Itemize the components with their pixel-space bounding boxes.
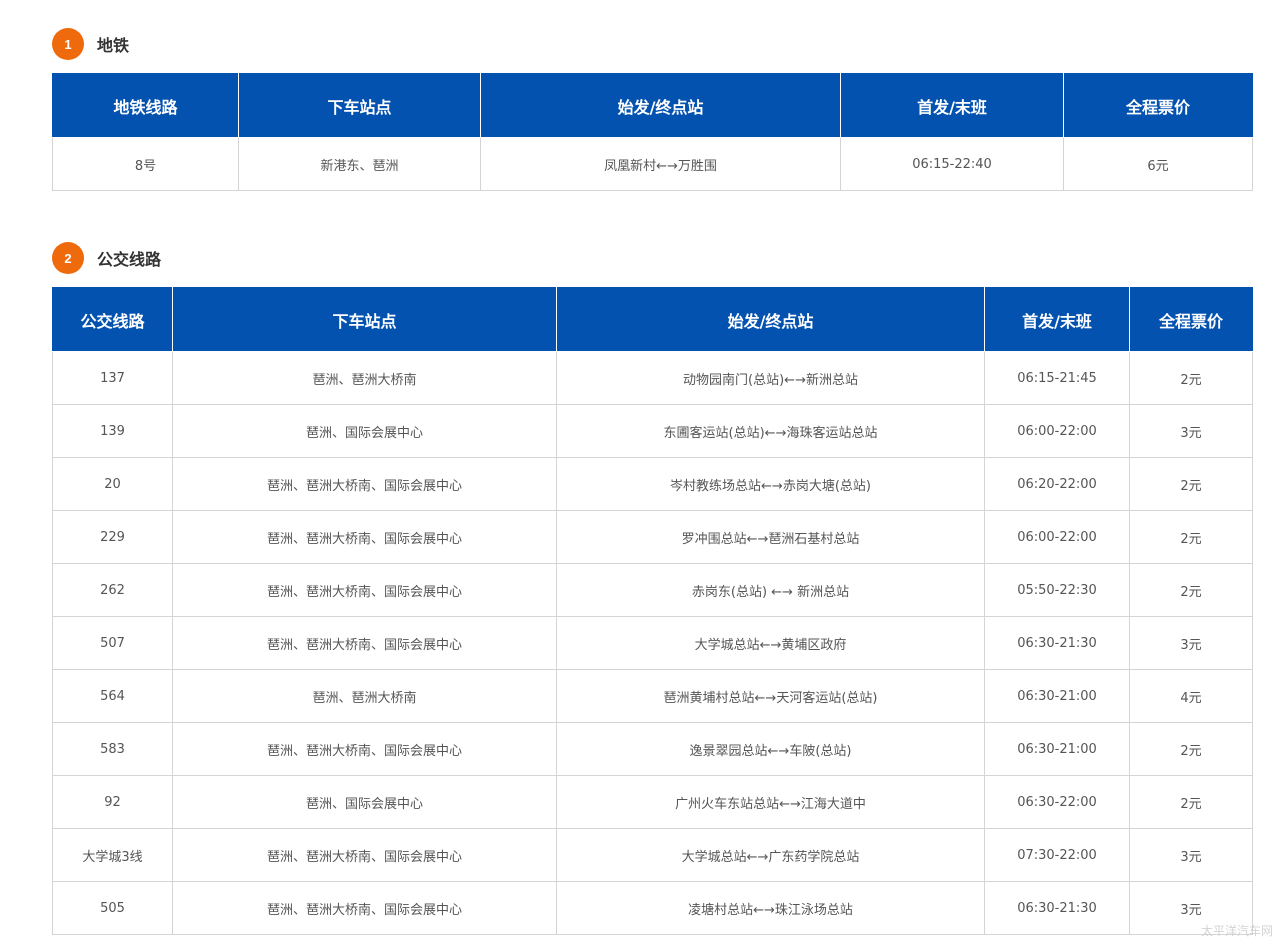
bus-cell-hours: 06:30-21:00 <box>984 669 1130 723</box>
bus-cell-stop: 琶洲、国际会展中心 <box>172 404 557 458</box>
bus-cell-hours: 05:50-22:30 <box>984 563 1130 617</box>
metro-header-terminals: 始发/终点站 <box>480 73 841 138</box>
bus-header-line: 公交线路 <box>52 287 173 352</box>
bus-table-row: 92 琶洲、国际会展中心 广州火车东站总站←→江海大道中 06:30-22:00 2元 <box>52 775 1253 829</box>
bus-cell-stop: 琶洲、琶洲大桥南、国际会展中心 <box>172 616 557 670</box>
bus-cell-fare: 2元 <box>1129 351 1253 405</box>
watermark: 太平洋汽车网 <box>1200 924 1273 938</box>
metro-cell-fare: 6元 <box>1063 137 1253 191</box>
bus-cell-terminals: 赤岗东(总站) ←→ 新洲总站 <box>556 563 985 617</box>
bus-table-row: 583 琶洲、琶洲大桥南、国际会展中心 逸景翠园总站←→车陂(总站) 06:30-21… <box>52 722 1253 776</box>
bus-cell-terminals: 岑村教练场总站←→赤岗大塘(总站) <box>556 457 985 511</box>
bus-cell-fare: 3元 <box>1129 616 1253 670</box>
bus-cell-line: 大学城3线 <box>52 828 173 882</box>
metro-cell-line: 8号 <box>52 137 239 191</box>
bus-cell-line: 139 <box>52 404 173 458</box>
bus-cell-terminals: 大学城总站←→黄埔区政府 <box>556 616 985 670</box>
bus-table-row: 20 琶洲、琶洲大桥南、国际会展中心 岑村教练场总站←→赤岗大塘(总站) 06:20-… <box>52 457 1253 511</box>
bus-cell-hours: 06:00-22:00 <box>984 404 1130 458</box>
bus-header-fare: 全程票价 <box>1129 287 1253 352</box>
bus-cell-terminals: 广州火车东站总站←→江海大道中 <box>556 775 985 829</box>
bus-cell-fare: 3元 <box>1129 828 1253 882</box>
bus-cell-fare: 2元 <box>1129 510 1253 564</box>
bus-cell-hours: 06:20-22:00 <box>984 457 1130 511</box>
metro-header-hours: 首发/末班 <box>840 73 1064 138</box>
bus-cell-stop: 琶洲、琶洲大桥南 <box>172 351 557 405</box>
metro-section-header: 1 地铁 <box>52 27 129 61</box>
bus-cell-hours: 06:30-21:30 <box>984 616 1130 670</box>
bus-cell-line: 583 <box>52 722 173 776</box>
bus-table-row: 137 琶洲、琶洲大桥南 动物园南门(总站)←→新洲总站 06:15-21:45 2元 <box>52 351 1253 405</box>
bus-cell-line: 229 <box>52 510 173 564</box>
bus-cell-terminals: 动物园南门(总站)←→新洲总站 <box>556 351 985 405</box>
bus-cell-hours: 06:15-21:45 <box>984 351 1130 405</box>
bus-cell-fare: 2元 <box>1129 457 1253 511</box>
bus-cell-terminals: 琶洲黄埔村总站←→天河客运站(总站) <box>556 669 985 723</box>
bus-cell-stop: 琶洲、琶洲大桥南 <box>172 669 557 723</box>
metro-cell-stop: 新港东、琶洲 <box>238 137 481 191</box>
bus-cell-stop: 琶洲、琶洲大桥南、国际会展中心 <box>172 881 557 935</box>
bus-header-hours: 首发/末班 <box>984 287 1130 352</box>
metro-table-row: 8号 新港东、琶洲 凤凰新村←→万胜围 06:15-22:40 6元 <box>52 137 1253 191</box>
bus-cell-line: 564 <box>52 669 173 723</box>
metro-table: 地铁线路 下车站点 始发/终点站 首发/末班 全程票价 8号 新港东、琶洲 凤凰新村… <box>52 73 1253 191</box>
bus-cell-stop: 琶洲、国际会展中心 <box>172 775 557 829</box>
bus-table-row: 564 琶洲、琶洲大桥南 琶洲黄埔村总站←→天河客运站(总站) 06:30-21:00… <box>52 669 1253 723</box>
bus-cell-terminals: 凌塘村总站←→珠江泳场总站 <box>556 881 985 935</box>
metro-cell-hours: 06:15-22:40 <box>840 137 1064 191</box>
metro-section-number-badge: 1 <box>52 28 84 60</box>
bus-header-stop: 下车站点 <box>172 287 557 352</box>
bus-cell-fare: 2元 <box>1129 722 1253 776</box>
bus-cell-line: 137 <box>52 351 173 405</box>
bus-table-row: 大学城3线 琶洲、琶洲大桥南、国际会展中心 大学城总站←→广东药学院总站 07:30-… <box>52 828 1253 882</box>
bus-table-row: 139 琶洲、国际会展中心 东圃客运站(总站)←→海珠客运站总站 06:00-22:0… <box>52 404 1253 458</box>
bus-cell-hours: 07:30-22:00 <box>984 828 1130 882</box>
bus-cell-hours: 06:00-22:00 <box>984 510 1130 564</box>
metro-table-header-row: 地铁线路 下车站点 始发/终点站 首发/末班 全程票价 <box>52 73 1253 138</box>
bus-cell-stop: 琶洲、琶洲大桥南、国际会展中心 <box>172 510 557 564</box>
bus-cell-fare: 3元 <box>1129 404 1253 458</box>
metro-section-title: 地铁 <box>97 36 130 55</box>
bus-table: 公交线路 下车站点 始发/终点站 首发/末班 全程票价 137 琶洲、琶洲大桥南动… <box>52 287 1253 935</box>
bus-table-row: 262 琶洲、琶洲大桥南、国际会展中心 赤岗东(总站) ←→ 新洲总站 05:50-2… <box>52 563 1253 617</box>
bus-cell-line: 507 <box>52 616 173 670</box>
bus-table-header-row: 公交线路 下车站点 始发/终点站 首发/末班 全程票价 <box>52 287 1253 352</box>
bus-cell-line: 505 <box>52 881 173 935</box>
metro-header-line: 地铁线路 <box>52 73 239 138</box>
bus-section-title: 公交线路 <box>97 250 162 269</box>
bus-cell-terminals: 大学城总站←→广东药学院总站 <box>556 828 985 882</box>
metro-header-fare: 全程票价 <box>1063 73 1253 138</box>
bus-header-terminals: 始发/终点站 <box>556 287 985 352</box>
bus-cell-fare: 2元 <box>1129 775 1253 829</box>
bus-section-header: 2 公交线路 <box>52 241 161 275</box>
metro-header-stop: 下车站点 <box>238 73 481 138</box>
bus-cell-terminals: 东圃客运站(总站)←→海珠客运站总站 <box>556 404 985 458</box>
bus-cell-terminals: 逸景翠园总站←→车陂(总站) <box>556 722 985 776</box>
bus-cell-stop: 琶洲、琶洲大桥南、国际会展中心 <box>172 563 557 617</box>
bus-cell-stop: 琶洲、琶洲大桥南、国际会展中心 <box>172 457 557 511</box>
bus-cell-fare: 2元 <box>1129 563 1253 617</box>
bus-table-row: 229 琶洲、琶洲大桥南、国际会展中心 罗冲围总站←→琶洲石基村总站 06:00-22… <box>52 510 1253 564</box>
bus-table-row: 505 琶洲、琶洲大桥南、国际会展中心 凌塘村总站←→珠江泳场总站 06:30-21:… <box>52 881 1253 935</box>
bus-cell-stop: 琶洲、琶洲大桥南、国际会展中心 <box>172 722 557 776</box>
bus-cell-stop: 琶洲、琶洲大桥南、国际会展中心 <box>172 828 557 882</box>
bus-cell-line: 262 <box>52 563 173 617</box>
metro-cell-terminals: 凤凰新村←→万胜围 <box>480 137 841 191</box>
bus-section-number-badge: 2 <box>52 242 84 274</box>
bus-cell-line: 92 <box>52 775 173 829</box>
bus-cell-hours: 06:30-21:00 <box>984 722 1130 776</box>
bus-cell-terminals: 罗冲围总站←→琶洲石基村总站 <box>556 510 985 564</box>
bus-cell-fare: 4元 <box>1129 669 1253 723</box>
bus-cell-hours: 06:30-22:00 <box>984 775 1130 829</box>
bus-cell-hours: 06:30-21:30 <box>984 881 1130 935</box>
bus-cell-line: 20 <box>52 457 173 511</box>
bus-table-row: 507 琶洲、琶洲大桥南、国际会展中心 大学城总站←→黄埔区政府 06:30-21:3… <box>52 616 1253 670</box>
